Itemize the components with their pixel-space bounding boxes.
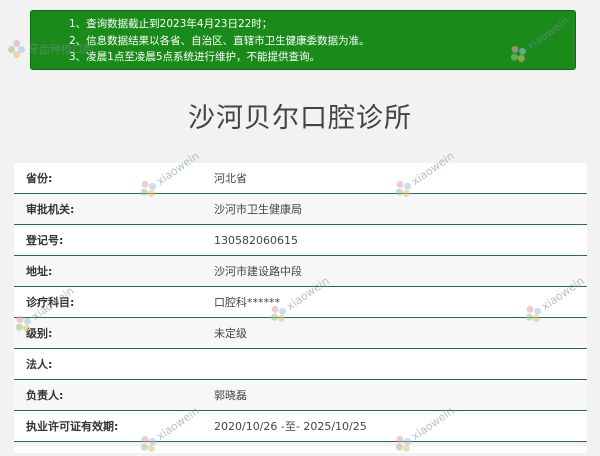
row-label-approval-authority: 审批机关: — [26, 203, 75, 216]
row-label-person-in-charge: 负责人: — [26, 389, 64, 402]
table-row: 法人: — [14, 349, 587, 380]
row-value-person-in-charge: 郭晓磊 — [214, 389, 247, 402]
row-label-registration-number: 登记号: — [26, 234, 64, 247]
row-label-legal-person: 法人: — [26, 358, 53, 371]
row-value-level: 未定级 — [214, 327, 247, 340]
row-label-license-validity: 执业许可证有效期: — [26, 420, 119, 433]
row-label-departments: 诊疗科目: — [26, 296, 75, 309]
table-row: 诊疗科目: 口腔科****** — [14, 287, 587, 318]
table-row: 负责人: 郭晓磊 — [14, 380, 587, 411]
notice-line-2: 2、信息数据结果以各省、自治区、直辖市卫生健康委数据为准。 — [69, 34, 370, 47]
row-value-approval-authority: 沙河市卫生健康局 — [214, 203, 302, 216]
row-label-province: 省份: — [26, 172, 53, 185]
table-row: 地址: 沙河市建设路中段 — [14, 256, 587, 287]
table-row: 审批机关: 沙河市卫生健康局 — [14, 194, 587, 225]
table-row: 级别: 未定级 — [14, 318, 587, 349]
row-label-address: 地址: — [26, 265, 53, 278]
table-bottom-strip — [14, 446, 587, 453]
notice-line-1: 1、查询数据截止到2023年4月23日22时； — [69, 18, 273, 30]
flower-logo-icon — [8, 40, 26, 58]
row-value-departments: 口腔科****** — [214, 296, 280, 309]
row-label-level: 级别: — [26, 327, 53, 340]
row-value-license-validity: 2020/10/26 -至- 2025/10/25 — [214, 420, 367, 433]
page-title: 沙河贝尔口腔诊所 — [188, 103, 412, 134]
table-row: 登记号: 130582060615 — [14, 225, 587, 256]
row-value-registration-number: 130582060615 — [214, 233, 298, 247]
row-value-province: 河北省 — [214, 172, 247, 185]
row-value-address: 沙河市建设路中段 — [214, 265, 302, 278]
table-row: 执业许可证有效期: 2020/10/26 -至- 2025/10/25 — [14, 411, 587, 442]
notice-line-3: 3、凌晨1点至凌晨5点系统进行维护，不能提供查询。 — [69, 51, 321, 63]
notice-banner: 1、查询数据截止到2023年4月23日22时； 2、信息数据结果以各省、自治区、… — [30, 10, 576, 70]
table-row: 省份: 河北省 — [14, 163, 587, 194]
info-table: 省份: 河北省 审批机关: 沙河市卫生健康局 登记号: 130582060615… — [14, 163, 587, 442]
